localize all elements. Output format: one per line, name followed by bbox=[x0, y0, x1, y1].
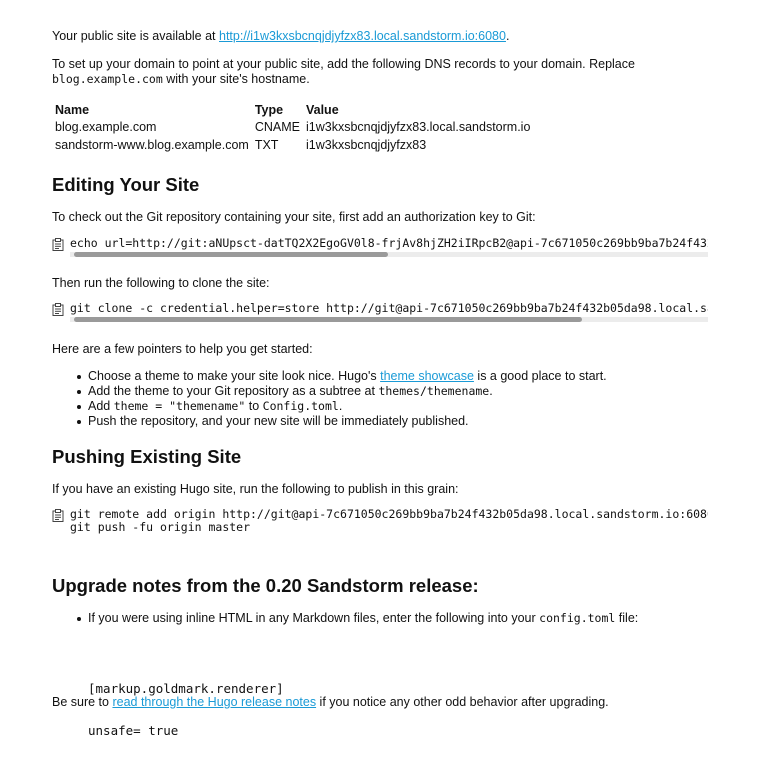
push-command-line-2[interactable]: git push -fu origin master bbox=[70, 521, 250, 534]
copy-clipboard-icon[interactable] bbox=[52, 303, 64, 316]
theme-setting-code: theme = "themename" bbox=[113, 399, 246, 413]
editing-heading: Editing Your Site bbox=[52, 174, 200, 195]
dns-record-type: CNAME bbox=[254, 119, 300, 134]
dns-instructions-text: To set up your domain to point at your p… bbox=[52, 57, 635, 71]
upgrade-list: If you were using inline HTML in any Mar… bbox=[52, 611, 708, 626]
bullet-text: to bbox=[245, 399, 263, 413]
dns-records-table: Name Type Value blog.example.com CNAME i… bbox=[52, 102, 533, 155]
push-command-block: git remote add origin http://git@api-7c6… bbox=[52, 508, 708, 538]
copy-clipboard-icon[interactable] bbox=[52, 509, 64, 522]
scrollbar-thumb[interactable] bbox=[74, 252, 388, 257]
dns-record-name: blog.example.com bbox=[55, 119, 157, 134]
clone-instructions: Then run the following to clone the site… bbox=[52, 276, 270, 290]
column-header-type: Type bbox=[254, 102, 284, 117]
column-header-value: Value bbox=[305, 102, 339, 117]
themes-path-code: themes/themename bbox=[378, 384, 490, 398]
pushing-heading: Pushing Existing Site bbox=[52, 446, 242, 467]
dns-instructions: To set up your domain to point at your p… bbox=[52, 57, 672, 87]
upgrade-heading: Upgrade notes from the 0.20 Sandstorm re… bbox=[52, 575, 479, 596]
upgrade-footer: Be sure to read through the Hugo release… bbox=[52, 695, 609, 710]
scrollbar-thumb[interactable] bbox=[74, 317, 582, 322]
horizontal-scrollbar[interactable] bbox=[70, 317, 708, 322]
theme-showcase-link[interactable]: theme showcase bbox=[380, 369, 474, 383]
bullet-text: is a good place to start. bbox=[473, 369, 607, 383]
bullet-text: . bbox=[489, 384, 493, 398]
clone-command-code[interactable]: git clone -c credential.helper=store htt… bbox=[70, 302, 708, 315]
copy-clipboard-icon[interactable] bbox=[52, 238, 64, 251]
dns-hostname-code: blog.example.com bbox=[52, 72, 163, 86]
dns-record-value: i1w3kxsbcnqjdjyfzx83 bbox=[305, 137, 427, 152]
bullet-text: Add bbox=[88, 399, 114, 413]
bullet-text: Add the theme to your Git repository as … bbox=[88, 384, 379, 398]
list-item: Add theme = "themename" to Config.toml. bbox=[52, 399, 708, 414]
list-item: Push the repository, and your new site w… bbox=[52, 414, 708, 429]
horizontal-scrollbar[interactable] bbox=[70, 252, 708, 257]
public-site-label: Your public site is available at bbox=[52, 29, 219, 43]
config-snippet-line: unsafe= true bbox=[88, 723, 179, 738]
dns-record-value: i1w3kxsbcnqjdjyfzx83.local.sandstorm.io bbox=[305, 119, 531, 134]
dns-record-type: TXT bbox=[254, 137, 279, 152]
hugo-release-notes-link[interactable]: read through the Hugo release notes bbox=[112, 695, 316, 709]
pushing-instructions: If you have an existing Hugo site, run t… bbox=[52, 482, 459, 496]
footer-text: if you notice any other odd behavior aft… bbox=[316, 695, 609, 709]
list-item: Choose a theme to make your site look ni… bbox=[52, 369, 708, 384]
public-site-suffix: . bbox=[505, 29, 510, 43]
pointers-list: Choose a theme to make your site look ni… bbox=[52, 369, 708, 429]
column-header-name: Name bbox=[55, 102, 90, 117]
bullet-text: If you were using inline HTML in any Mar… bbox=[88, 611, 540, 625]
config-file-code: Config.toml bbox=[262, 399, 339, 413]
public-site-line: Your public site is available at http://… bbox=[52, 29, 509, 44]
list-item: Add the theme to your Git repository as … bbox=[52, 384, 708, 399]
auth-command-code[interactable]: echo url=http://git:aNUpsct-datTQ2X2EgoG… bbox=[70, 237, 708, 250]
pointers-intro: Here are a few pointers to help you get … bbox=[52, 342, 313, 356]
table-row: blog.example.com CNAME i1w3kxsbcnqjdjyfz… bbox=[52, 119, 533, 137]
config-snippet-line: [markup.goldmark.renderer] bbox=[88, 681, 284, 696]
table-row: sandstorm-www.blog.example.com TXT i1w3k… bbox=[52, 137, 533, 155]
bullet-text: file: bbox=[615, 611, 639, 625]
clone-command-block: git clone -c credential.helper=store htt… bbox=[52, 302, 708, 326]
public-site-link[interactable]: http://i1w3kxsbcnqjdjyfzx83.local.sandst… bbox=[219, 29, 506, 43]
list-item: If you were using inline HTML in any Mar… bbox=[52, 611, 708, 626]
bullet-text: Choose a theme to make your site look ni… bbox=[88, 369, 381, 383]
checkout-instructions: To check out the Git repository containi… bbox=[52, 210, 536, 224]
config-file-code: config.toml bbox=[539, 611, 616, 625]
bullet-text: . bbox=[338, 399, 343, 413]
footer-text: Be sure to bbox=[52, 695, 113, 709]
auth-command-block: echo url=http://git:aNUpsct-datTQ2X2EgoG… bbox=[52, 237, 708, 261]
dns-instructions-text-2: with your site's hostname. bbox=[162, 72, 310, 86]
table-header-row: Name Type Value bbox=[52, 102, 533, 119]
dns-record-name: sandstorm-www.blog.example.com bbox=[55, 137, 249, 152]
config-snippet: [markup.goldmark.renderer] unsafe= true bbox=[88, 654, 284, 766]
